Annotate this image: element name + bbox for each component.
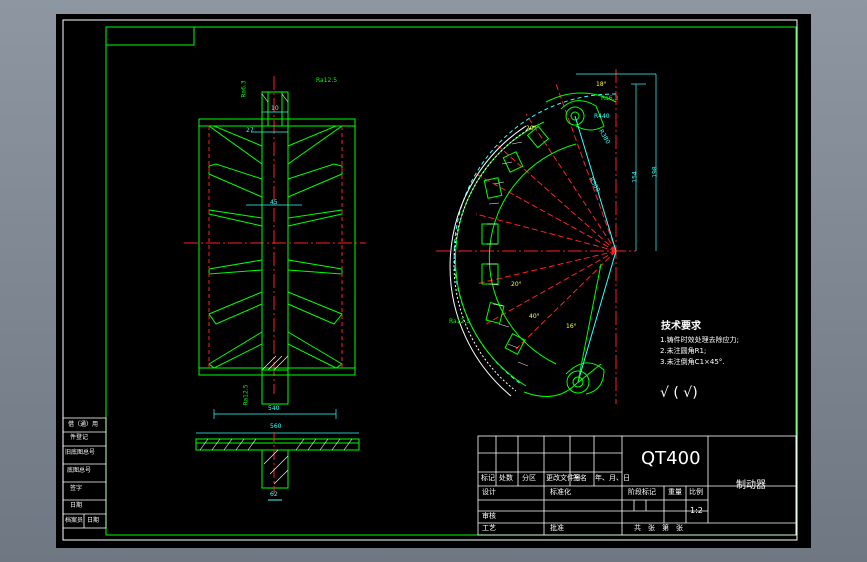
tech-req-title: 技术要求 [661, 321, 701, 332]
review-label: 审核 [482, 512, 496, 520]
side-table-2: 旧底图总号 [65, 449, 96, 456]
process-label: 工艺 [482, 524, 496, 532]
height-1: 154 [631, 171, 639, 183]
tech-req-item-1: 1.铸件时效处理去除应力; [660, 336, 740, 344]
mark-label: 标记 [481, 474, 495, 482]
angle-3: 20° [511, 281, 522, 288]
roughness-4: Ra6.3 [601, 95, 619, 102]
dim-hub-top: 10 [271, 105, 279, 112]
side-table-3: 底图总号 [67, 467, 92, 474]
approve-label: 批准 [550, 524, 564, 532]
design-label: 设计 [482, 488, 496, 496]
count-label: 处数 [499, 474, 513, 482]
top-left-code-box [105, 26, 195, 46]
scale-value: 1:2 [690, 506, 703, 515]
zone-label: 分区 [522, 474, 536, 482]
side-table-7: 日期 [87, 517, 100, 524]
sheet-label: 共 张 第 张 [634, 524, 683, 532]
roughness-1: Ra12.5 [316, 77, 338, 84]
angle-1: 18° [596, 81, 607, 88]
angle-4: 40° [529, 313, 540, 320]
roughness-3: Ra12.5 [242, 384, 250, 406]
roughness-2: Ra6.3 [240, 80, 248, 98]
material-label: QT400 [641, 448, 701, 469]
part-name-label: 制动器 [736, 480, 766, 491]
side-table-0: 借（通）用 [68, 421, 99, 428]
dim-small-top: 27 [246, 127, 254, 134]
left-view [184, 76, 366, 405]
side-table-5: 日期 [70, 502, 83, 509]
roughness-symbol: √ ( √) [660, 385, 698, 401]
dim-hub-mid: 45 [270, 199, 278, 206]
cad-drawing-area: QT400 制动器 标记 处数 分区 更改文件号 签名 年、月、日 设计 标准化… [56, 14, 811, 548]
date-label: 年、月、日 [595, 474, 630, 482]
angle-5: 16° [566, 323, 577, 330]
stage-label: 阶段标记 [628, 488, 656, 496]
tech-req-item-3: 3.未注倒角C1×45°. [660, 358, 725, 366]
bottom-view [195, 432, 360, 501]
tech-req-item-2: 2.未注圆角R1; [660, 347, 707, 355]
roughness-5: Ra12.5 [449, 318, 471, 325]
dim-width-total: 560 [270, 423, 282, 430]
arc-r1: R440 [594, 113, 610, 120]
ratio-label: 比例 [689, 488, 703, 496]
weight-label: 重量 [668, 488, 682, 496]
sign-label: 签名 [573, 474, 587, 482]
dim-width-inner: 540 [268, 405, 280, 412]
side-table-4: 签字 [70, 485, 83, 492]
angle-2: 20° [526, 125, 537, 132]
standardize-label: 标准化 [550, 488, 571, 496]
side-table-6: 档案员 [65, 517, 84, 524]
height-2: 198 [651, 166, 659, 178]
dim-hub-bottom: 62 [270, 491, 278, 498]
side-table-1: 件登记 [70, 434, 89, 441]
left-view-dimensions [196, 111, 359, 434]
right-view [436, 69, 657, 404]
